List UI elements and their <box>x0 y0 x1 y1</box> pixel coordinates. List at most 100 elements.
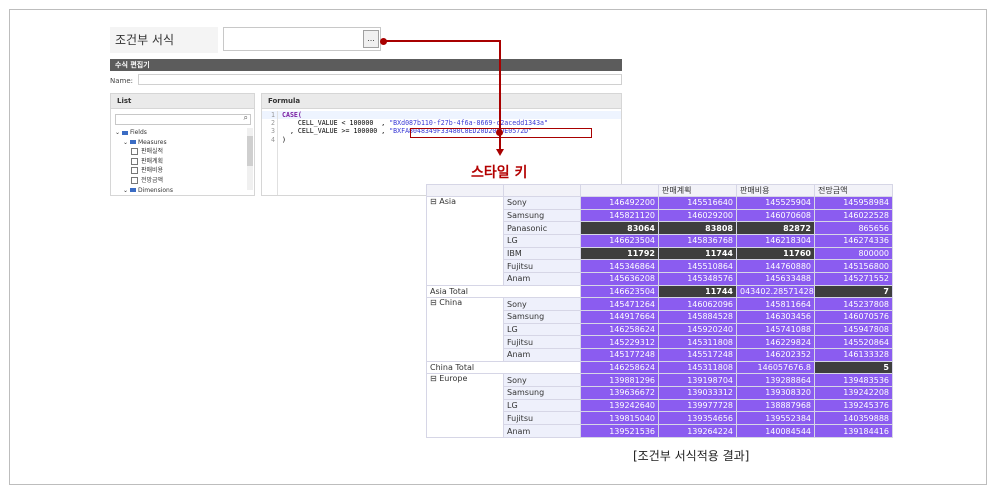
value-cell: 146274336 <box>814 234 893 248</box>
formula-panel-header: Formula <box>262 94 621 109</box>
value-cell: 145177248 <box>580 348 659 362</box>
value-cell: 139308320 <box>736 386 815 400</box>
value-cell: 146303456 <box>736 310 815 324</box>
list-scrollbar[interactable] <box>247 128 253 190</box>
conditional-format-input[interactable] <box>223 27 381 51</box>
company-cell: Fujitsu <box>503 411 581 426</box>
chevron-down-icon[interactable]: ⌄ <box>123 187 130 194</box>
value-cell: 145920240 <box>658 322 737 337</box>
company-cell: Panasonic <box>503 221 581 236</box>
code-text: ) <box>282 135 286 144</box>
chevron-down-icon[interactable]: ⌄ <box>123 139 130 146</box>
value-cell: 145237808 <box>814 297 893 312</box>
code-editor[interactable]: 1 2 3 4 CASE( CELL_VALUE < 100000 , "BXd… <box>262 109 621 195</box>
value-cell: 145471264 <box>580 297 659 312</box>
conditional-format-label: 조건부 서식 <box>110 27 218 53</box>
tree-item-label: Measures <box>137 138 167 146</box>
code-keyword: CASE( <box>282 111 302 119</box>
value-cell: 139815040 <box>580 411 659 426</box>
value-cell: 146133328 <box>814 348 893 362</box>
value-cell: 7 <box>814 284 893 299</box>
company-cell: Samsung <box>503 208 581 223</box>
value-cell: 043402.28571428 <box>736 284 815 299</box>
value-cell: 5 <box>814 360 893 375</box>
connector-arrowhead <box>496 149 504 156</box>
tree-item[interactable]: ⌄ Dimensions <box>115 186 173 195</box>
value-cell: 139881296 <box>580 373 659 388</box>
value-cell: 139033312 <box>658 386 737 400</box>
value-cell: 83808 <box>658 221 737 236</box>
tree-item[interactable]: ⌄ Measures <box>115 138 173 148</box>
value-cell: 145947808 <box>814 322 893 337</box>
value-cell: 146492200 <box>580 196 659 210</box>
value-cell: 146062096 <box>658 297 737 312</box>
value-cell: 146202352 <box>736 348 815 362</box>
value-cell: 145811664 <box>736 297 815 312</box>
company-cell: Fujitsu <box>503 335 581 350</box>
folder-icon <box>129 188 136 193</box>
code-text: , CELL_VALUE >= 100000 , <box>282 127 390 136</box>
value-cell: 145836768 <box>658 234 737 248</box>
name-input[interactable] <box>138 74 622 85</box>
tree-item-label: Dimensions <box>137 186 173 194</box>
company-cell: Samsung <box>503 310 581 324</box>
region-group-cell[interactable]: ⊟ China <box>426 297 504 362</box>
result-grid: 판매계획 판매비용 전망금액 ⊟ Asia Sony 146492200 145516… <box>426 184 893 438</box>
value-cell: 144917664 <box>580 310 659 324</box>
grid-header-cell: 판매비용 <box>736 184 815 197</box>
field-tree: ⌄ Fields ⌄ Measures 판매실적 판매계획 판매비용 전망금액 ⌄ Dime… <box>115 128 173 195</box>
tree-item[interactable]: 전망금액 <box>115 176 173 186</box>
line-number: 1 <box>271 111 275 119</box>
company-cell: LG <box>503 398 581 413</box>
value-cell: 146623504 <box>580 234 659 248</box>
value-cell: 145346864 <box>580 259 659 274</box>
value-cell: 139245376 <box>814 398 893 413</box>
grid-row: ⊟ Europe Sony 139881296 139198704 139288864 1… <box>426 373 893 438</box>
tree-item[interactable]: 판매비용 <box>115 166 173 176</box>
checkbox[interactable] <box>131 148 138 156</box>
list-panel: List ⌕ ⌄ Fields ⌄ Measures 판매실적 판매계획 판매비용 전망금… <box>110 93 255 196</box>
value-cell: 146029200 <box>658 208 737 223</box>
value-cell: 146022528 <box>814 208 893 223</box>
tree-item[interactable]: 판매실적 <box>115 147 173 157</box>
grid-row: ⊟ China Sony 145471264 146062096 145811664 14… <box>426 297 893 362</box>
value-cell: 145821120 <box>580 208 659 223</box>
tree-item-label: 판매계획 <box>141 157 164 165</box>
company-cell: Anam <box>503 424 581 438</box>
list-search-input[interactable]: ⌕ <box>115 113 251 125</box>
formula-panel: Formula 1 2 3 4 CASE( CELL_VALUE < 10000… <box>261 93 622 196</box>
conditional-format-browse-button[interactable]: ... <box>363 30 379 48</box>
connector-line <box>384 40 500 42</box>
value-cell: 145229312 <box>580 335 659 350</box>
value-cell: 139552384 <box>736 411 815 426</box>
scrollbar-thumb[interactable] <box>247 136 253 166</box>
region-group-cell[interactable]: ⊟ Asia <box>426 196 504 286</box>
checkbox[interactable] <box>131 176 138 184</box>
list-panel-header: List <box>111 94 254 109</box>
tree-item[interactable]: ⌄ Fields <box>115 128 173 138</box>
grid-header-cell <box>580 184 659 197</box>
value-cell: 144760880 <box>736 259 815 274</box>
value-cell: 145741088 <box>736 322 815 337</box>
search-icon[interactable]: ⌕ <box>244 113 248 123</box>
grid-header-cell: 판매계획 <box>658 184 737 197</box>
value-cell: 146070608 <box>736 208 815 223</box>
value-cell: 146229824 <box>736 335 815 350</box>
tree-item[interactable]: 판매계획 <box>115 157 173 167</box>
region-group-cell[interactable]: ⊟ Europe <box>426 373 504 438</box>
checkbox[interactable] <box>131 157 138 165</box>
value-cell: 145636208 <box>580 272 659 286</box>
grid-total-row: China Total 146258624 145311808 146057676.8… <box>426 360 893 375</box>
value-cell: 146623504 <box>580 284 659 299</box>
value-cell: 139977728 <box>658 398 737 413</box>
value-cell: 139184416 <box>814 424 893 438</box>
checkbox[interactable] <box>131 167 138 175</box>
value-cell: 11792 <box>580 246 659 261</box>
grid-total-row: Asia Total 146623504 11744 043402.28571428 7 <box>426 284 893 299</box>
chevron-down-icon[interactable]: ⌄ <box>115 129 122 136</box>
value-cell: 146070576 <box>814 310 893 324</box>
grid-header-cell <box>426 184 504 197</box>
value-cell: 139483536 <box>814 373 893 388</box>
figure-caption: [조건부 서식적용 결과] <box>633 449 750 463</box>
value-cell: 83064 <box>580 221 659 236</box>
